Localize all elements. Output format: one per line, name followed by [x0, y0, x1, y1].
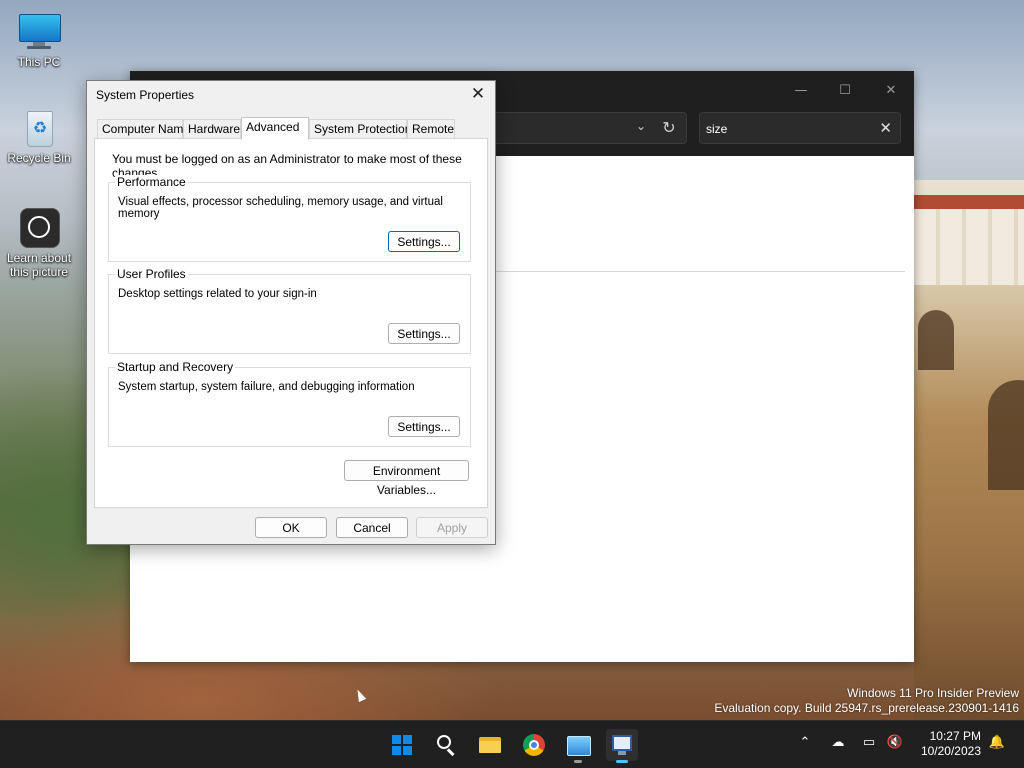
performance-group: Performance Visual effects, processor sc… — [108, 175, 471, 262]
clock-time: 10:27 PM — [929, 729, 981, 743]
search-input-value: size — [706, 122, 728, 136]
learn-picture-icon — [17, 208, 61, 248]
active-indicator — [616, 760, 628, 763]
windows-logo-icon — [392, 735, 412, 755]
startup-recovery-settings-button[interactable]: Settings... — [388, 416, 460, 437]
system-properties-icon — [612, 735, 632, 751]
group-title: Performance — [115, 175, 188, 189]
minimize-button[interactable]: — — [778, 77, 824, 105]
user-profiles-group: User Profiles Desktop settings related t… — [108, 267, 471, 354]
dialog-close-icon[interactable]: ✕ — [467, 84, 489, 104]
advanced-tab-panel: You must be logged on as an Administrato… — [94, 138, 488, 508]
network-icon[interactable]: ▭ — [858, 735, 880, 750]
notification-bell-icon[interactable]: 🔔 — [986, 735, 1008, 750]
group-description: Desktop settings related to your sign-in — [118, 288, 317, 300]
tab-computer-name[interactable]: Computer Name — [97, 119, 190, 139]
group-title: User Profiles — [115, 267, 188, 281]
start-button[interactable] — [386, 729, 418, 761]
ok-button[interactable]: OK — [255, 517, 327, 538]
desktop-icon-label: This PC — [17, 55, 61, 69]
chrome-icon — [523, 734, 545, 756]
taskbar-search-button[interactable] — [430, 729, 462, 761]
watermark-line-1: Windows 11 Pro Insider Preview — [847, 686, 1019, 700]
taskbar-system-properties[interactable] — [606, 729, 638, 763]
wallpaper-roofs — [914, 195, 1024, 209]
group-description: System startup, system failure, and debu… — [118, 381, 415, 393]
clear-search-icon[interactable]: ✕ — [879, 119, 892, 137]
taskbar: ⌃ ☁ ▭ 🔇 10:27 PM 10/20/2023 🔔 — [0, 720, 1024, 768]
tab-advanced[interactable]: Advanced — [241, 117, 309, 140]
close-button[interactable]: ✕ — [868, 77, 914, 105]
performance-settings-button[interactable]: Settings... — [388, 231, 460, 252]
environment-variables-button[interactable]: Environment Variables... — [344, 460, 469, 497]
clock[interactable]: 10:27 PM 10/20/2023 — [905, 729, 981, 759]
apply-button: Apply — [416, 517, 488, 538]
running-indicator — [574, 760, 582, 763]
watermark-line-2: Evaluation copy. Build 25947.rs_prerelea… — [714, 701, 1019, 715]
desktop-icon-this-pc[interactable]: This PC — [0, 12, 78, 69]
search-icon — [437, 735, 451, 749]
wallpaper-arch — [988, 380, 1024, 490]
startup-recovery-group: Startup and Recovery System startup, sys… — [108, 360, 471, 447]
volume-muted-icon[interactable]: 🔇 — [884, 735, 906, 750]
dialog-title: System Properties — [96, 88, 195, 102]
tab-remote[interactable]: Remote — [407, 119, 455, 139]
wallpaper-arch — [918, 310, 954, 370]
taskbar-chrome[interactable] — [518, 729, 550, 761]
desktop-icon-learn-picture[interactable]: Learn about this picture — [0, 208, 78, 279]
system-properties-dialog: System Properties ✕ Computer Name Hardwa… — [86, 80, 496, 545]
desktop-icon-label: Learn about this picture — [6, 251, 72, 279]
group-description: Visual effects, processor scheduling, me… — [118, 196, 443, 220]
maximize-button[interactable]: ☐ — [822, 77, 868, 105]
desktop-icon-label: Recycle Bin — [7, 151, 71, 165]
cancel-button[interactable]: Cancel — [336, 517, 408, 538]
user-profiles-settings-button[interactable]: Settings... — [388, 323, 460, 344]
group-title: Startup and Recovery — [115, 360, 236, 374]
search-input[interactable]: size ✕ — [699, 112, 901, 144]
chevron-down-icon[interactable]: ⌄ — [636, 119, 646, 133]
taskbar-file-explorer[interactable] — [474, 729, 506, 761]
tab-system-protection[interactable]: System Protection — [309, 119, 411, 139]
taskbar-control-panel[interactable] — [562, 729, 594, 763]
computer-icon — [17, 12, 61, 52]
control-panel-icon — [567, 736, 591, 756]
tab-hardware[interactable]: Hardware — [183, 119, 241, 139]
clock-date: 10/20/2023 — [920, 744, 981, 758]
desktop-icon-recycle-bin[interactable]: ♻ Recycle Bin — [0, 108, 78, 165]
refresh-icon[interactable]: ↻ — [656, 115, 682, 141]
onedrive-offline-icon[interactable]: ☁ — [827, 735, 849, 750]
recycle-bin-icon: ♻ — [17, 108, 61, 148]
show-hidden-icons-chevron-icon[interactable]: ⌃ — [794, 735, 816, 750]
